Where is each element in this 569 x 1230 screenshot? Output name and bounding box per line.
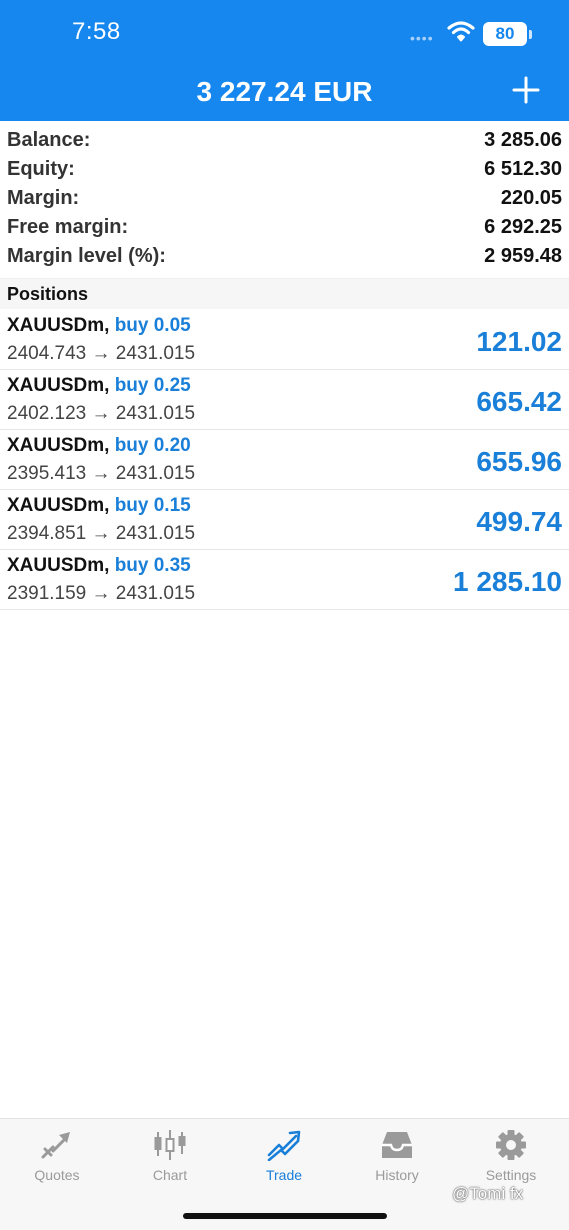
- position-direction: buy 0.15: [114, 495, 191, 516]
- summary-label: Free margin:: [7, 216, 129, 238]
- symbol-text: XAUUSDm,: [7, 435, 110, 456]
- position-row[interactable]: XAUUSDm, buy 0.20 2395.413 → 2431.015 65…: [0, 430, 569, 490]
- battery-indicator: 80: [483, 22, 527, 46]
- summary-value: 6 512.30: [484, 158, 562, 180]
- symbol-text: XAUUSDm,: [7, 495, 110, 516]
- tab-history[interactable]: History: [347, 1129, 447, 1183]
- summary-value: 3 285.06: [484, 129, 562, 151]
- position-prices: 2404.743 → 2431.015: [7, 343, 196, 364]
- position-row[interactable]: XAUUSDm, buy 0.05 2404.743 → 2431.015 12…: [0, 310, 569, 370]
- position-prices: 2391.159 → 2431.015: [7, 583, 196, 604]
- plus-icon[interactable]: [510, 74, 542, 106]
- positions-header-label: Positions: [7, 284, 89, 304]
- tab-chart[interactable]: Chart: [120, 1129, 220, 1183]
- summary-margin-level: Margin level (%): 2 959.48: [0, 242, 569, 271]
- summary-label: Balance:: [7, 129, 91, 151]
- position-row[interactable]: XAUUSDm, buy 0.35 2391.159 → 2431.015 1 …: [0, 550, 569, 610]
- position-profit: 665.42: [476, 386, 562, 417]
- summary-free-margin: Free margin: 6 292.25: [0, 213, 569, 242]
- quotes-arrow-icon: [41, 1132, 70, 1159]
- symbol-text: XAUUSDm,: [7, 315, 110, 336]
- summary-value: 2 959.48: [484, 245, 562, 267]
- position-direction: buy 0.20: [114, 435, 191, 456]
- top-bar: 7:58 •••• 80 3 227.24 EUR: [0, 0, 569, 121]
- position-symbol: XAUUSDm, buy 0.25: [7, 375, 191, 397]
- summary-balance: Balance: 3 285.06: [0, 126, 569, 155]
- symbol-text: XAUUSDm,: [7, 555, 110, 576]
- position-direction: buy 0.05: [114, 315, 191, 336]
- symbol-text: XAUUSDm,: [7, 375, 110, 396]
- tab-label: Quotes: [34, 1167, 80, 1183]
- wifi-icon: [447, 20, 475, 47]
- position-prices: 2394.851 → 2431.015: [7, 523, 196, 544]
- candlestick-icon: [154, 1130, 186, 1160]
- tab-label: Settings: [485, 1167, 537, 1183]
- battery-tip: [529, 30, 532, 39]
- summary-value: 220.05: [500, 187, 562, 209]
- position-prices: 2402.123 → 2431.015: [7, 403, 196, 424]
- position-symbol: XAUUSDm, buy 0.35: [7, 555, 191, 577]
- inbox-tray-icon: [382, 1132, 412, 1158]
- summary-margin: Margin: 220.05: [0, 184, 569, 213]
- tab-label: Chart: [152, 1167, 188, 1183]
- watermark-text: @Tomi fx: [452, 1184, 524, 1203]
- position-symbol: XAUUSDm, buy 0.20: [7, 435, 191, 457]
- tab-settings[interactable]: Settings: [461, 1129, 561, 1183]
- gear-icon: [496, 1130, 526, 1160]
- position-direction: buy 0.25: [114, 375, 191, 396]
- trade-trend-icon: [267, 1130, 301, 1161]
- account-summary: Balance: 3 285.06 Equity: 6 512.30 Margi…: [0, 126, 569, 271]
- position-profit: 1 285.10: [453, 566, 562, 597]
- signal-dots-icon: ••••: [410, 30, 434, 46]
- tab-label: History: [375, 1167, 419, 1183]
- tab-quotes[interactable]: Quotes: [7, 1129, 107, 1183]
- position-direction: buy 0.35: [114, 555, 191, 576]
- account-balance-title: 3 227.24 EUR: [196, 76, 373, 107]
- summary-equity: Equity: 6 512.30: [0, 155, 569, 184]
- position-profit: 121.02: [476, 326, 562, 357]
- summary-label: Margin level (%):: [7, 245, 166, 267]
- positions-section-header: Positions: [0, 278, 569, 309]
- position-symbol: XAUUSDm, buy 0.15: [7, 495, 191, 517]
- tab-trade[interactable]: Trade: [234, 1129, 334, 1183]
- position-symbol: XAUUSDm, buy 0.05: [7, 315, 191, 337]
- position-row[interactable]: XAUUSDm, buy 0.15 2394.851 → 2431.015 49…: [0, 490, 569, 550]
- position-row[interactable]: XAUUSDm, buy 0.25 2402.123 → 2431.015 66…: [0, 370, 569, 430]
- position-profit: 499.74: [476, 506, 562, 537]
- summary-label: Margin:: [7, 187, 80, 209]
- position-profit: 655.96: [476, 446, 562, 477]
- position-prices: 2395.413 → 2431.015: [7, 463, 196, 484]
- summary-label: Equity:: [7, 158, 75, 180]
- summary-value: 6 292.25: [484, 216, 562, 238]
- home-indicator[interactable]: [183, 1213, 387, 1219]
- tab-label: Trade: [265, 1167, 303, 1183]
- positions-list: XAUUSDm, buy 0.05 2404.743 → 2431.015 12…: [0, 310, 569, 610]
- status-time: 7:58: [72, 18, 121, 45]
